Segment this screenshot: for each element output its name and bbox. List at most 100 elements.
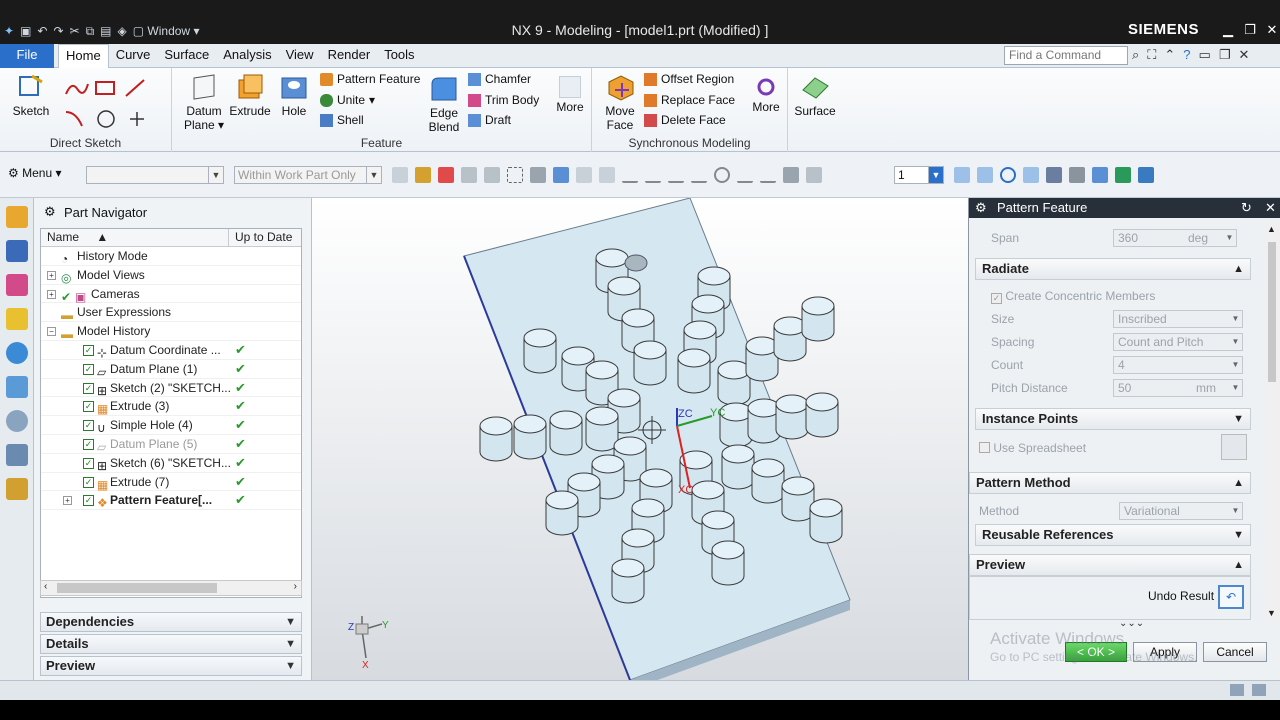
- feature-checkbox[interactable]: ✓: [83, 344, 94, 356]
- datum-plane-button[interactable]: Datum Plane ▾: [180, 72, 228, 132]
- dependencies-panel[interactable]: Dependencies ▼: [40, 612, 302, 632]
- tree-row[interactable]: ◔ History Mode: [41, 247, 301, 266]
- web-browser-icon[interactable]: [5, 376, 28, 398]
- spreadsheet-icon[interactable]: [1221, 434, 1247, 460]
- tree-row[interactable]: ✓ ⊹ Datum Coordinate ... ✔: [41, 341, 301, 360]
- tab-tools[interactable]: Tools: [377, 44, 421, 68]
- horizontal-scrollbar[interactable]: ‹ ›: [40, 580, 302, 596]
- feature-checkbox[interactable]: ✓: [83, 438, 94, 450]
- select-all-icon[interactable]: [415, 167, 431, 183]
- scroll-up-icon[interactable]: ▲: [1267, 224, 1276, 234]
- offset-region-button[interactable]: Offset Region: [644, 72, 734, 86]
- tab-view[interactable]: View: [279, 44, 321, 68]
- filter-icon[interactable]: [392, 167, 408, 183]
- preview-panel[interactable]: Preview ▼: [40, 656, 302, 676]
- collapse-icon[interactable]: −: [47, 327, 56, 337]
- tree-row[interactable]: ✓ ▦ Extrude (7) ✔: [41, 473, 301, 492]
- feature-checkbox[interactable]: ✓: [83, 363, 94, 375]
- move-icon[interactable]: [576, 167, 592, 183]
- graphics-window[interactable]: ZC YC XC Z Y X: [312, 198, 968, 680]
- bounded-icon[interactable]: [783, 167, 799, 183]
- tab-home[interactable]: Home: [58, 44, 109, 68]
- dialog-vertical-scrollbar[interactable]: ▲ ▼: [1265, 222, 1279, 620]
- line-snap-icon[interactable]: [622, 167, 638, 183]
- intersection-icon[interactable]: [691, 167, 707, 183]
- feature-checkbox[interactable]: ✓: [83, 495, 94, 507]
- scrollbar-thumb[interactable]: [57, 583, 217, 593]
- menu-button[interactable]: ⚙ Menu ▾: [8, 166, 62, 180]
- snap-icon[interactable]: [461, 167, 477, 183]
- dialog-preview-section[interactable]: Preview ▲: [969, 554, 1251, 576]
- grid-snap-icon[interactable]: [806, 167, 822, 183]
- rotate-icon[interactable]: [1000, 167, 1016, 183]
- dialog-scrollbar-thumb[interactable]: [1268, 242, 1276, 382]
- hole-button[interactable]: Hole: [276, 72, 312, 118]
- hd3d-tools-icon[interactable]: [5, 342, 28, 364]
- tree-row[interactable]: ✓ ▱ Datum Plane (5) ✔: [41, 435, 301, 454]
- surface-button[interactable]: Surface: [792, 72, 838, 118]
- name-column-header[interactable]: Name ▲: [41, 229, 229, 246]
- maximize-button[interactable]: ❐: [1240, 22, 1260, 38]
- curve-point-icon[interactable]: [668, 167, 684, 183]
- sync-more-button[interactable]: More: [746, 76, 786, 114]
- unite-button[interactable]: Unite ▾: [320, 93, 375, 107]
- tree-row[interactable]: ✓ ⊞ Sketch (6) "SKETCH... ✔: [41, 454, 301, 473]
- method-select[interactable]: Variational ▼: [1119, 502, 1243, 520]
- tree-row[interactable]: + ✓ ❖ Pattern Feature[... ✔: [41, 491, 301, 510]
- tree-row[interactable]: ✓ ▱ Datum Plane (1) ✔: [41, 360, 301, 379]
- cancel-button[interactable]: Cancel: [1203, 642, 1267, 662]
- view-triad-icon[interactable]: [1115, 167, 1131, 183]
- expand-icon[interactable]: +: [47, 289, 56, 299]
- history-icon[interactable]: [5, 410, 28, 432]
- scroll-left-icon[interactable]: ‹: [44, 581, 47, 592]
- minimize-button[interactable]: ▁: [1218, 22, 1238, 38]
- details-panel[interactable]: Details ▼: [40, 634, 302, 654]
- pan-icon[interactable]: [1023, 167, 1039, 183]
- close-doc-icon[interactable]: ✕: [1238, 47, 1249, 63]
- concentric-checkbox[interactable]: ✓: [991, 293, 1002, 304]
- size-select[interactable]: Inscribed ▼: [1113, 310, 1243, 328]
- scroll-right-icon[interactable]: ›: [294, 581, 297, 592]
- chevron-up-icon[interactable]: ⌃: [1164, 47, 1175, 63]
- fit-icon[interactable]: ⛶: [1147, 47, 1156, 63]
- tangent-icon[interactable]: [760, 167, 776, 183]
- lasso-icon[interactable]: [484, 167, 500, 183]
- tab-curve[interactable]: Curve: [109, 44, 158, 68]
- reusable-references-section[interactable]: Reusable References ▼: [975, 524, 1251, 546]
- feature-checkbox[interactable]: ✓: [83, 401, 94, 413]
- more-options-chevrons-icon[interactable]: ⌄⌄⌄: [1119, 618, 1144, 629]
- reset-icon[interactable]: ↻: [1241, 198, 1252, 218]
- zoom-icon[interactable]: [977, 167, 993, 183]
- tree-row[interactable]: − ▬ Model History: [41, 322, 301, 341]
- delete-face-button[interactable]: Delete Face: [644, 113, 726, 127]
- expand-icon[interactable]: +: [63, 496, 72, 506]
- body-icon[interactable]: [553, 167, 569, 183]
- rectangle-select-icon[interactable]: [507, 167, 523, 183]
- feature-checkbox[interactable]: ✓: [83, 476, 94, 488]
- pitch-distance-input[interactable]: 50 mm ▼: [1113, 379, 1243, 397]
- dialog-close-icon[interactable]: ✕: [1265, 198, 1276, 218]
- help-icon[interactable]: ?: [1183, 47, 1190, 63]
- process-studio-icon[interactable]: [5, 444, 28, 466]
- assembly-navigator-icon[interactable]: [5, 206, 28, 228]
- tab-analysis[interactable]: Analysis: [216, 44, 278, 68]
- selection-scope-select[interactable]: Within Work Part Only ▼: [234, 166, 382, 184]
- type-filter-select[interactable]: ▼: [86, 166, 224, 184]
- render-style-icon[interactable]: [1046, 167, 1062, 183]
- expand-icon[interactable]: +: [47, 270, 56, 280]
- count-input[interactable]: 4 ▼: [1113, 356, 1243, 374]
- tree-row[interactable]: ✓ ∪ Simple Hole (4) ✔: [41, 416, 301, 435]
- roles-icon[interactable]: [5, 478, 28, 500]
- trim-body-button[interactable]: Trim Body: [468, 93, 539, 107]
- draft-button[interactable]: Draft: [468, 113, 511, 127]
- scroll-down-icon[interactable]: ▼: [1267, 608, 1276, 618]
- tab-surface[interactable]: Surface: [157, 44, 216, 68]
- move-face-button[interactable]: Move Face: [600, 72, 640, 132]
- pattern-feature-button[interactable]: Pattern Feature: [320, 72, 420, 86]
- camera-icon[interactable]: [1138, 167, 1154, 183]
- add-select-icon[interactable]: [438, 167, 454, 183]
- minimize-doc-icon[interactable]: ▭: [1199, 47, 1211, 63]
- tab-render[interactable]: Render: [321, 44, 378, 68]
- edge-blend-button[interactable]: Edge Blend: [424, 74, 464, 134]
- edge-display-icon[interactable]: [1069, 167, 1085, 183]
